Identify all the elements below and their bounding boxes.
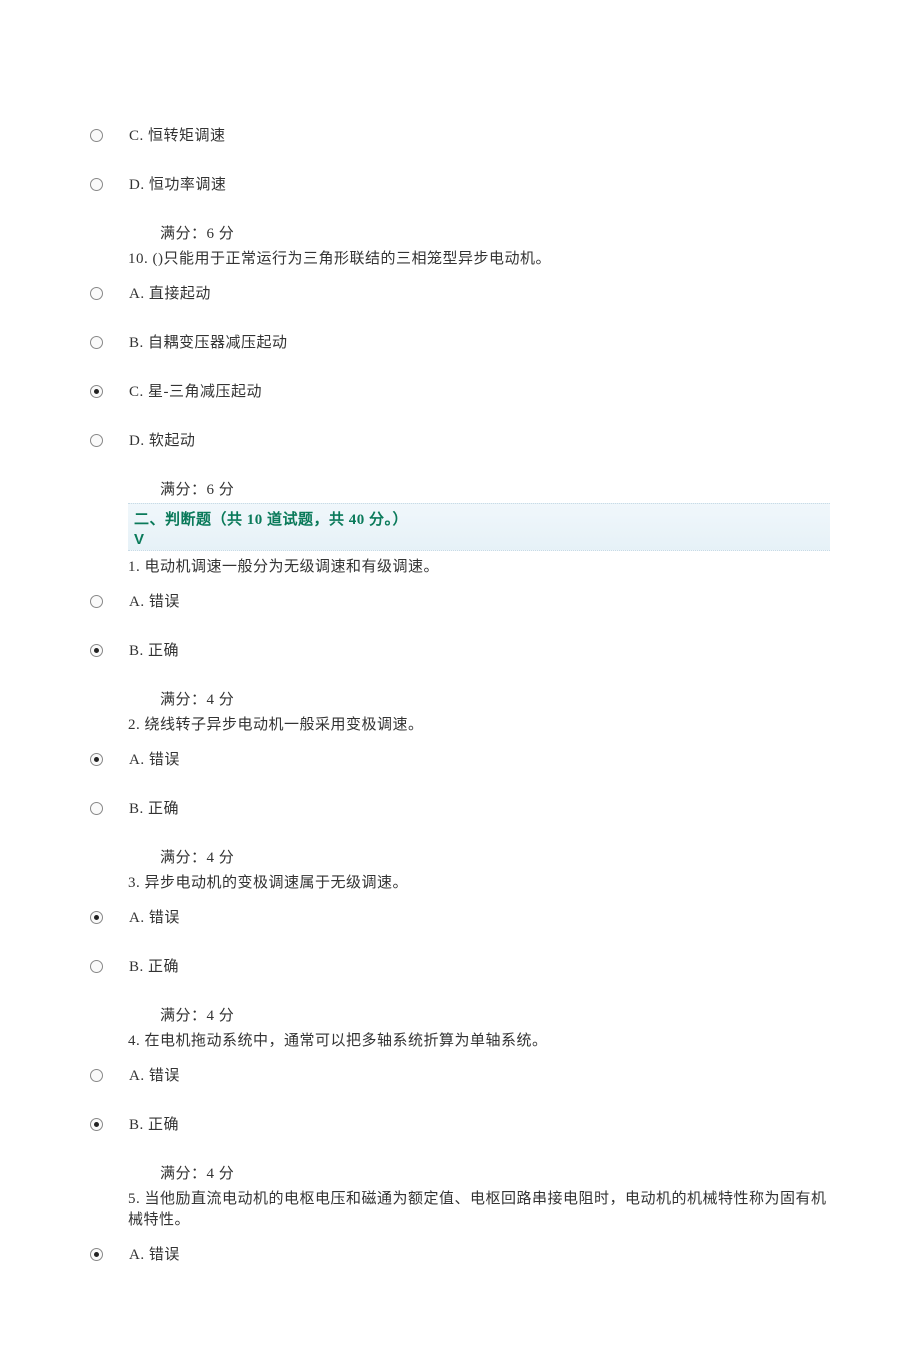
radio-selected-icon (90, 1118, 103, 1131)
radio-selected-icon (90, 644, 103, 657)
option-label: B. 正确 (129, 797, 179, 818)
tf3-option-a[interactable]: A. 错误 (90, 906, 830, 927)
q9-option-c[interactable]: C. 恒转矩调速 (90, 124, 830, 145)
tf2-option-a[interactable]: A. 错误 (90, 748, 830, 769)
section2-title-part: 二、判断题（共 (134, 512, 247, 528)
option-label: D. 恒功率调速 (129, 173, 226, 194)
tf1-option-a[interactable]: A. 错误 (90, 590, 830, 611)
option-label: A. 错误 (129, 590, 180, 611)
radio-unselected-icon (90, 178, 103, 191)
option-label: A. 直接起动 (129, 282, 211, 303)
option-label: A. 错误 (129, 906, 180, 927)
radio-selected-icon (90, 753, 103, 766)
radio-unselected-icon (90, 802, 103, 815)
tf4-score: 满分：4 分 (160, 1162, 830, 1183)
radio-unselected-icon (90, 1069, 103, 1082)
tf2-text: 2. 绕线转子异步电动机一般采用变极调速。 (128, 713, 830, 734)
q9-option-d[interactable]: D. 恒功率调速 (90, 173, 830, 194)
radio-selected-icon (90, 1248, 103, 1261)
option-label: B. 正确 (129, 639, 179, 660)
tf2-score: 满分：4 分 (160, 846, 830, 867)
tf1-option-b[interactable]: B. 正确 (90, 639, 830, 660)
section2-points: 40 (349, 512, 365, 528)
section2-title-part: 分。） (365, 512, 408, 528)
option-label: D. 软起动 (129, 429, 195, 450)
radio-unselected-icon (90, 960, 103, 973)
option-label: C. 星-三角减压起动 (129, 380, 262, 401)
radio-unselected-icon (90, 336, 103, 349)
radio-unselected-icon (90, 434, 103, 447)
option-label: C. 恒转矩调速 (129, 124, 226, 145)
section2-v: V (134, 531, 824, 548)
radio-unselected-icon (90, 595, 103, 608)
tf1-text: 1. 电动机调速一般分为无级调速和有级调速。 (128, 555, 830, 576)
radio-unselected-icon (90, 129, 103, 142)
q10-text: 10. ()只能用于正常运行为三角形联结的三相笼型异步电动机。 (128, 247, 830, 268)
tf5-option-a[interactable]: A. 错误 (90, 1243, 830, 1264)
tf2-option-b[interactable]: B. 正确 (90, 797, 830, 818)
radio-selected-icon (90, 911, 103, 924)
option-label: A. 错误 (129, 1243, 180, 1264)
option-label: A. 错误 (129, 1064, 180, 1085)
option-label: B. 自耦变压器减压起动 (129, 331, 288, 352)
tf3-option-b[interactable]: B. 正确 (90, 955, 830, 976)
q10-option-d[interactable]: D. 软起动 (90, 429, 830, 450)
option-label: A. 错误 (129, 748, 180, 769)
tf3-text: 3. 异步电动机的变极调速属于无级调速。 (128, 871, 830, 892)
q10-option-a[interactable]: A. 直接起动 (90, 282, 830, 303)
tf3-score: 满分：4 分 (160, 1004, 830, 1025)
q9-score: 满分：6 分 (160, 222, 830, 243)
q10-option-b[interactable]: B. 自耦变压器减压起动 (90, 331, 830, 352)
section2-header: 二、判断题（共 10 道试题，共 40 分。） V (128, 503, 830, 551)
q10-score: 满分：6 分 (160, 478, 830, 499)
tf4-option-a[interactable]: A. 错误 (90, 1064, 830, 1085)
section2-title-part: 道试题，共 (263, 512, 349, 528)
option-label: B. 正确 (129, 1113, 179, 1134)
radio-unselected-icon (90, 287, 103, 300)
radio-selected-icon (90, 385, 103, 398)
tf5-text: 5. 当他励直流电动机的电枢电压和磁通为额定值、电枢回路串接电阻时，电动机的机械… (128, 1187, 830, 1229)
tf1-score: 满分：4 分 (160, 688, 830, 709)
document-page: C. 恒转矩调速 D. 恒功率调速 满分：6 分 10. ()只能用于正常运行为… (0, 0, 920, 1352)
section2-count: 10 (247, 512, 263, 528)
option-label: B. 正确 (129, 955, 179, 976)
tf4-text: 4. 在电机拖动系统中，通常可以把多轴系统折算为单轴系统。 (128, 1029, 830, 1050)
q10-option-c[interactable]: C. 星-三角减压起动 (90, 380, 830, 401)
tf4-option-b[interactable]: B. 正确 (90, 1113, 830, 1134)
